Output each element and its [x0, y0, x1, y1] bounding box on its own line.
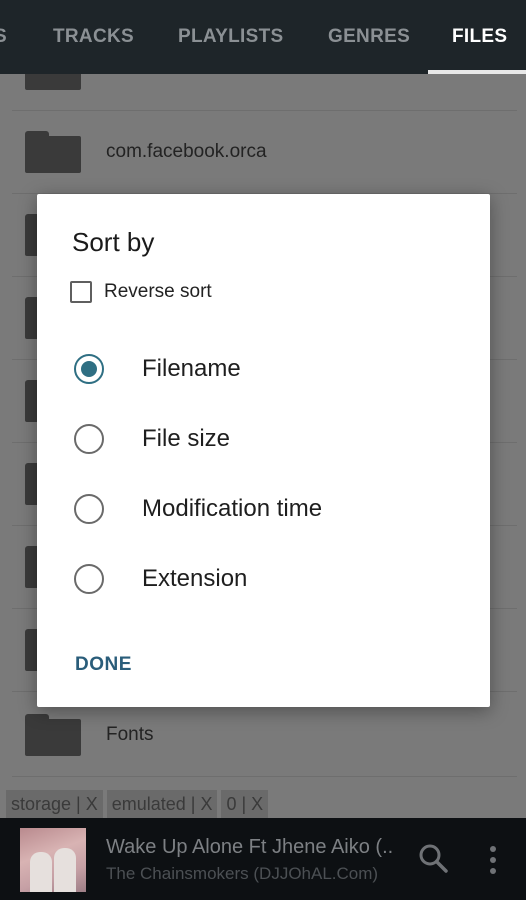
sort-option-label: File size: [142, 425, 231, 452]
tab-bar: S TRACKS PLAYLISTS GENRES FILES: [0, 0, 526, 74]
tab-tracks[interactable]: TRACKS: [53, 0, 134, 74]
dialog-title: Sort by: [72, 227, 155, 257]
album-art[interactable]: [20, 828, 86, 892]
active-tab-indicator: [428, 70, 526, 74]
reverse-sort-option[interactable]: Reverse sort: [70, 281, 212, 303]
sort-option-filename[interactable]: Filename: [74, 349, 241, 389]
folder-icon: [25, 131, 81, 173]
list-item-label: com.facebook.orca: [106, 141, 267, 162]
tab-genres[interactable]: GENRES: [328, 0, 410, 74]
sort-dialog: Sort by Reverse sort Filename File size …: [37, 194, 490, 707]
sort-option-extension[interactable]: Extension: [74, 559, 247, 599]
done-button[interactable]: DONE: [63, 646, 144, 684]
more-vertical-icon[interactable]: [480, 843, 506, 877]
radio-button[interactable]: [74, 354, 104, 384]
breadcrumb-item[interactable]: 0 | X: [221, 790, 269, 818]
now-playing-title: Wake Up Alone Ft Jhene Aiko (..: [106, 836, 394, 858]
radio-button[interactable]: [74, 564, 104, 594]
tab-albums[interactable]: S: [0, 0, 7, 74]
now-playing-artist: The Chainsmokers (DJJOhAL.Com): [106, 864, 379, 883]
radio-button[interactable]: [74, 424, 104, 454]
folder-icon: [25, 714, 81, 756]
search-icon[interactable]: [416, 841, 450, 875]
list-item[interactable]: com.facebook.orca: [12, 111, 517, 194]
sort-option-modification-time[interactable]: Modification time: [74, 489, 322, 529]
reverse-sort-checkbox[interactable]: [70, 281, 92, 303]
breadcrumb-item[interactable]: storage | X: [6, 790, 103, 818]
reverse-sort-label: Reverse sort: [104, 281, 212, 302]
tab-playlists[interactable]: PLAYLISTS: [178, 0, 283, 74]
sort-option-label: Filename: [142, 355, 241, 382]
sort-option-file-size[interactable]: File size: [74, 419, 230, 459]
radio-button[interactable]: [74, 494, 104, 524]
tab-files[interactable]: FILES: [452, 0, 507, 74]
breadcrumb: storage | X emulated | X 0 | X: [0, 790, 269, 818]
sort-option-label: Extension: [142, 565, 248, 592]
sort-option-label: Modification time: [142, 495, 323, 522]
breadcrumb-item[interactable]: emulated | X: [106, 790, 218, 818]
